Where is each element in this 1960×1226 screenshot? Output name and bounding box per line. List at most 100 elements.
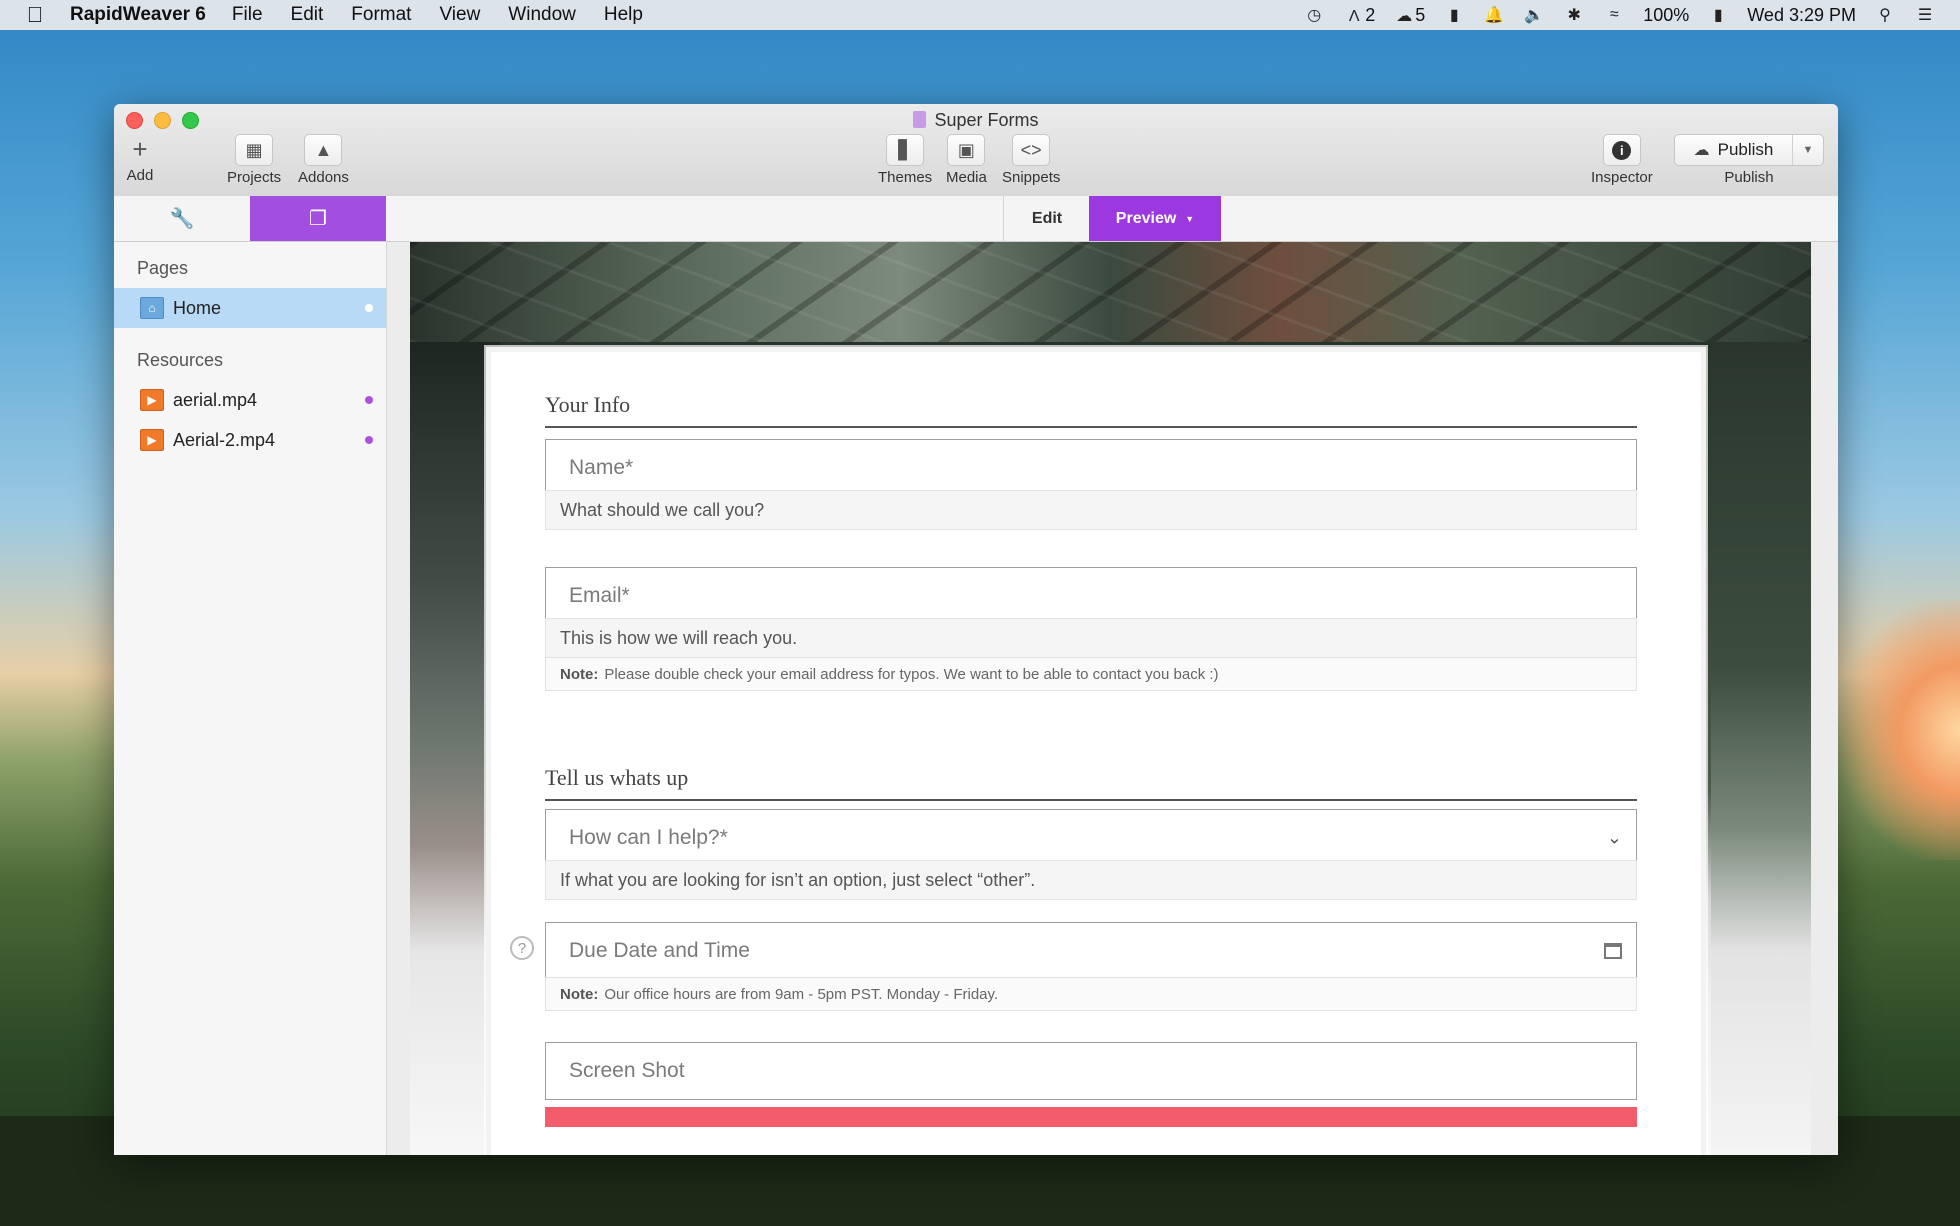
cc-count: 5	[1415, 4, 1426, 25]
sidebar-page-home[interactable]: ⌂ Home	[114, 288, 386, 328]
publish-dropdown-arrow-icon[interactable]: ▼	[1793, 144, 1823, 156]
add-label: Add	[126, 167, 154, 184]
adobe-tray[interactable]: Λ2	[1343, 5, 1375, 26]
battery-icon[interactable]: ▮	[1707, 6, 1729, 24]
name-input[interactable]: Name*	[545, 439, 1637, 497]
resource-status-dot	[365, 436, 373, 444]
due-date-input[interactable]: Due Date and Time	[545, 922, 1637, 980]
aerial-video-right-edge	[1711, 342, 1811, 1155]
adobe-icon: Λ	[1348, 7, 1360, 25]
clock[interactable]: Wed 3:29 PM	[1747, 5, 1856, 26]
email-note-label: Note:	[560, 665, 599, 683]
calendar-icon[interactable]	[1604, 943, 1622, 959]
menu-edit[interactable]: Edit	[291, 4, 324, 26]
code-brackets-icon: <>	[1012, 134, 1051, 166]
sidebar-resource-aerial-2[interactable]: ▶ Aerial-2.mp4	[114, 420, 386, 460]
volume-icon[interactable]: 🔈	[1523, 6, 1545, 24]
menu-bar:  RapidWeaver 6 File Edit Format View Wi…	[0, 0, 1960, 30]
chevron-down-icon: ⌄	[1606, 827, 1622, 848]
wrench-icon: 🔧	[169, 208, 195, 230]
apple-menu-icon[interactable]: 	[0, 2, 70, 28]
snippets-label: Snippets	[1002, 169, 1061, 186]
bluetooth-icon[interactable]: ✱	[1563, 6, 1585, 24]
window-toolbar: Super Forms + Add ▦ Projects ▲ Addons ▋ …	[114, 104, 1838, 197]
submit-button[interactable]	[545, 1107, 1637, 1127]
publish-control: ☁ Publish ▼ Publish	[1674, 134, 1824, 186]
addons-button[interactable]: ▲ Addons	[298, 134, 349, 186]
section-title-tell-us: Tell us whats up	[545, 765, 1637, 801]
page-status-dot	[365, 304, 373, 312]
sidebar: Pages ⌂ Home Resources ▶ aerial.mp4 ▶ Ae…	[114, 242, 387, 1155]
inspector-button[interactable]: i Inspector	[1591, 134, 1653, 186]
menu-format[interactable]: Format	[351, 4, 411, 26]
due-note-text: Our office hours are from 9am - 5pm PST.…	[604, 985, 999, 1003]
publish-split-button: ☁ Publish ▼	[1674, 134, 1824, 166]
video-file-icon: ▶	[140, 389, 164, 411]
media-label: Media	[946, 169, 987, 186]
question-help-icon[interactable]: ?	[510, 936, 534, 960]
menu-view[interactable]: View	[439, 4, 480, 26]
themes-button[interactable]: ▋ Themes	[878, 134, 932, 186]
menu-help[interactable]: Help	[604, 4, 643, 26]
sidebar-resource-aerial[interactable]: ▶ aerial.mp4	[114, 380, 386, 420]
preview-mode-tab[interactable]: Preview ▼	[1089, 196, 1221, 241]
sunset-glow	[1840, 600, 1960, 860]
add-button[interactable]: + Add	[122, 133, 158, 185]
due-date-note: Note: Our office hours are from 9am - 5p…	[545, 977, 1637, 1011]
creative-cloud-icon: ☁	[1396, 7, 1413, 25]
contact-form: Your Info Name* What should we call you?…	[486, 347, 1706, 1155]
resource-label: aerial.mp4	[173, 389, 258, 410]
projects-button[interactable]: ▦ Projects	[227, 134, 281, 186]
snippets-button[interactable]: <> Snippets	[1002, 134, 1060, 186]
publish-button[interactable]: ☁ Publish	[1675, 135, 1793, 165]
themes-label: Themes	[878, 169, 933, 186]
notification-center-icon[interactable]: ☰	[1914, 6, 1936, 24]
inspector-label: Inspector	[1591, 169, 1653, 186]
window-title: Super Forms	[114, 110, 1838, 131]
plus-icon: +	[132, 133, 148, 164]
video-file-icon: ▶	[140, 429, 164, 451]
edit-mode-tab[interactable]: Edit	[1003, 196, 1090, 241]
battery-percent[interactable]: 100%	[1643, 5, 1689, 26]
view-switcher-bar: 🔧 ❐ Edit Preview ▼	[114, 196, 1838, 242]
archive-box-icon: ▦	[235, 134, 274, 166]
wifi-icon[interactable]: ≈	[1603, 6, 1625, 24]
pages-heading: Pages	[137, 257, 189, 278]
email-input[interactable]: Email*	[545, 567, 1637, 625]
creative-cloud-tray[interactable]: ☁ 5	[1393, 5, 1425, 26]
menu-app-name[interactable]: RapidWeaver 6	[70, 4, 206, 26]
preview-label: Preview	[1115, 209, 1177, 227]
help-select-help-text: If what you are looking for isn’t an opt…	[545, 860, 1637, 900]
media-button[interactable]: ▣ Media	[946, 134, 987, 186]
aerial-video-background	[410, 242, 1811, 342]
addons-label: Addons	[298, 169, 349, 186]
page-preview: Your Info Name* What should we call you?…	[410, 242, 1811, 1155]
how-can-i-help-select[interactable]: How can I help?* ⌄	[545, 809, 1637, 867]
notification-bell-icon[interactable]: 🔔	[1483, 6, 1505, 24]
menu-file[interactable]: File	[232, 4, 263, 26]
due-date-placeholder: Due Date and Time	[569, 939, 750, 962]
section-title-your-info: Your Info	[545, 392, 1637, 428]
screenshot-upload-input[interactable]: Screen Shot	[545, 1042, 1637, 1100]
home-page-icon: ⌂	[140, 297, 164, 319]
how-can-i-help-value: How can I help?*	[569, 826, 728, 849]
publish-caption: Publish	[1724, 169, 1774, 186]
resources-heading: Resources	[137, 349, 224, 370]
image-icon: ▣	[947, 134, 986, 166]
email-note: Note: Please double check your email add…	[545, 657, 1637, 691]
info-icon: i	[1602, 134, 1641, 166]
menu-window[interactable]: Window	[508, 4, 576, 26]
app-window: Super Forms + Add ▦ Projects ▲ Addons ▋ …	[114, 104, 1838, 1155]
pages-tab[interactable]: ❐	[250, 196, 386, 241]
mouse-icon[interactable]: ▮	[1443, 6, 1465, 24]
wrench-tab[interactable]: 🔧	[114, 196, 250, 241]
themes-icon: ▋	[886, 134, 925, 166]
email-note-text: Please double check your email address f…	[604, 665, 1219, 683]
timer-icon[interactable]: ◷	[1303, 6, 1325, 24]
name-help-text: What should we call you?	[545, 490, 1637, 530]
spotlight-search-icon[interactable]: ⚲	[1874, 6, 1896, 24]
cloud-upload-icon: ☁	[1693, 142, 1710, 159]
email-help-text: This is how we will reach you.	[545, 618, 1637, 658]
resource-status-dot	[365, 396, 373, 404]
document-icon	[913, 111, 927, 128]
